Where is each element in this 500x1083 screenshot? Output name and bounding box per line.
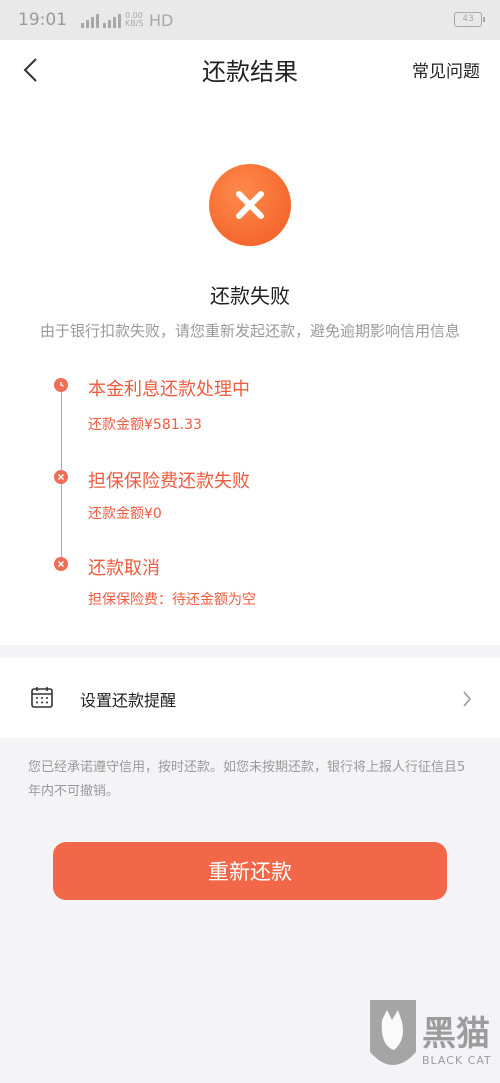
error-status-icon [209,164,291,246]
status-bar: 19:01 0.00 KB/S HD 43 [0,0,500,40]
watermark-logo: 黑猫 BLACK CAT [368,1000,494,1080]
network-type: HD [149,10,174,30]
close-icon [58,474,64,480]
calendar-icon [31,687,53,708]
timeline-step-title: 担保保险费还款失败 [88,471,250,492]
watermark-title: 黑猫 [422,1014,490,1054]
timeline-step-title: 本金利息还款处理中 [88,379,250,400]
watermark-subtitle: BLACK CAT [422,1054,492,1067]
signal-icon [81,12,99,28]
battery-level: 43 [462,14,474,24]
timeline-step-detail: 还款金额¥0 [88,506,162,522]
status-time: 19:01 [18,10,67,30]
result-card: 还款结果 常见问题 还款失败 由于银行扣款失败，请您重新发起还款，避免逾期影响信… [0,40,500,645]
result-description: 由于银行扣款失败，请您重新发起还款，避免逾期影响信用信息 [39,322,460,340]
timeline-step-title: 还款取消 [88,558,160,579]
faq-link[interactable]: 常见问题 [412,57,480,82]
result-title: 还款失败 [210,284,290,308]
net-speed: 0.00 KB/S [125,11,144,28]
timeline-step-dot [54,470,68,484]
retry-repayment-button[interactable]: 重新还款 [53,842,447,900]
timeline-step-detail: 担保保险费：待还金额为空 [88,592,256,608]
credit-notice: 您已经承诺遵守信用，按时还款。如您未按期还款，银行将上报人行征信且5年内不可撤销… [28,760,466,799]
set-reminder-row[interactable]: 设置还款提醒 [0,658,500,738]
timeline-step-detail: 还款金额¥581.33 [88,417,202,433]
timeline-step-dot [54,557,68,571]
clock-icon [60,382,64,387]
nav-bar: 还款结果 常见问题 [0,40,500,98]
repayment-timeline: 本金利息还款处理中 还款金额¥581.33 担保保险费还款失败 还款金额¥0 还… [0,370,500,640]
close-icon [58,561,64,567]
signal-icon-secondary [103,12,121,28]
cat-logo-icon [370,1000,416,1065]
timeline-step-dot [54,378,68,392]
chevron-right-icon [463,691,472,707]
battery-icon: 43 [454,12,485,27]
reminder-label: 设置还款提醒 [80,691,177,710]
close-icon [236,191,264,219]
